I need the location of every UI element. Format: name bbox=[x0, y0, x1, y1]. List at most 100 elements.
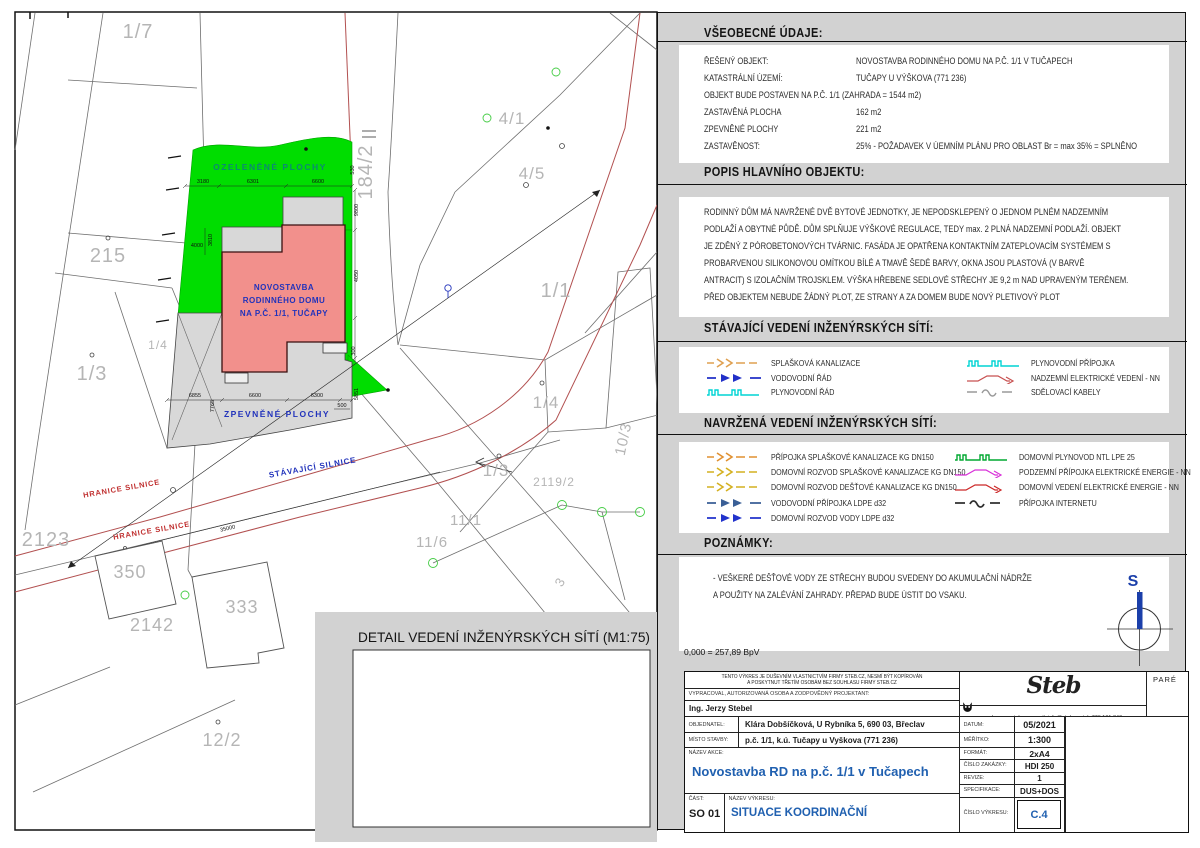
legend-label: DOMOVNÍ ROZVOD SPLAŠKOVÉ KANALIZACE KG D… bbox=[771, 467, 965, 477]
site-plan-sheet: 1/7 215 1/3 1/4 184/2 4/1 4/5 1/1 1/4 1/… bbox=[0, 0, 1200, 848]
attr-value-cell: 05/2021 bbox=[1015, 717, 1065, 733]
engineer-cell: Ing. Jerzy Stebel bbox=[685, 701, 960, 717]
comm-line-symbol bbox=[954, 497, 1010, 509]
svg-text:3180: 3180 bbox=[197, 179, 209, 185]
water-line-symbol bbox=[706, 512, 762, 524]
part-value: SO 01 bbox=[685, 802, 724, 820]
svg-text:NA P.Č. 1/1, TUČAPY: NA P.Č. 1/1, TUČAPY bbox=[240, 309, 328, 318]
sewer-line-symbol bbox=[706, 357, 762, 369]
parcel-label: 2142 bbox=[130, 615, 174, 635]
section-title-proposed: NAVRŽENÁ VEDENÍ INŽENÝRSKÝCH SÍTÍ: bbox=[704, 416, 937, 430]
north-arrow: S bbox=[1101, 566, 1181, 671]
general-row-value: 25% - POŽADAVEK V ÚEMNÍM PLÁNU PRO OBLAS… bbox=[856, 141, 1137, 152]
client-value-cell: Klára Dobšíčková, U Rybníka 5, 690 03, B… bbox=[739, 717, 960, 733]
parcel-label: 350 bbox=[113, 562, 146, 582]
attr-label-cell: ČÍSLO ZAKÁZKY: bbox=[960, 760, 1015, 773]
attr-label-cell: SPECIFIKACE: bbox=[960, 785, 1015, 798]
legend-label: PODZEMNÍ PŘÍPOJKA ELEKTRICKÉ ENERGIE - N… bbox=[1019, 467, 1191, 477]
legend-label: DOMOVNÍ ROZVOD VODY LDPE d32 bbox=[771, 513, 894, 523]
svg-text:500: 500 bbox=[337, 403, 346, 409]
attr-value-cell: 1 bbox=[1015, 773, 1065, 785]
client-label-cell: OBJEDNATEL: bbox=[685, 717, 739, 733]
parcel-label: 215 bbox=[90, 245, 126, 267]
north-label: S bbox=[1128, 573, 1139, 590]
attr-value: DUS+DOS bbox=[1020, 787, 1059, 796]
attr-label-cell: MĚŘÍTKO: bbox=[960, 733, 1015, 748]
sewer-line-symbol bbox=[706, 451, 762, 463]
svg-text:7765: 7765 bbox=[210, 400, 216, 412]
drawing-no-label: ČÍSLO VÝKRESU: bbox=[960, 798, 1010, 816]
elevation-datum: 0,000 = 257,89 BpV bbox=[684, 647, 759, 657]
drawing-name: SITUACE KOORDINAČNÍ bbox=[725, 802, 959, 819]
legend-label: DOMOVNÍ PLYNOVOD NTL LPE 25 bbox=[1019, 452, 1135, 462]
prepared-by-cell: VYPRACOVAL, AUTORIZOVANÁ OSOBA A ZODPOVĚ… bbox=[685, 689, 960, 701]
attr-label-cell: DATUM: bbox=[960, 717, 1015, 733]
detail-title: DETAIL VEDENÍ INŽENÝRSKÝCH SÍTÍ (M1:75) bbox=[358, 630, 650, 645]
svg-text:6600: 6600 bbox=[312, 179, 324, 185]
drawing-no-label-cell: ČÍSLO VÝKRESU: bbox=[960, 798, 1015, 832]
section-rule bbox=[658, 184, 1187, 185]
part-label: ČÁST: bbox=[685, 794, 721, 802]
legend-label: SPLAŠKOVÁ KANALIZACE bbox=[771, 358, 860, 368]
detail-box bbox=[353, 650, 650, 827]
attr-label: REVIZE: bbox=[960, 773, 1010, 781]
section-title-notes: POZNÁMKY: bbox=[704, 536, 773, 550]
legend-label: PLYNOVODNÍ ŘÁD bbox=[771, 387, 834, 397]
section-title-existing: STÁVAJÍCÍ VEDENÍ INŽENÝRSKÝCH SÍTÍ: bbox=[704, 321, 934, 335]
legend-label: PŘÍPOJKA INTERNETU bbox=[1019, 498, 1097, 508]
site-label-cell: MÍSTO STAVBY: bbox=[685, 733, 739, 748]
svg-text:6600: 6600 bbox=[249, 393, 261, 399]
drawing-name-cell: NÁZEV VÝKRESU: SITUACE KOORDINAČNÍ bbox=[725, 794, 960, 832]
attr-value-cell: 1:300 bbox=[1015, 733, 1065, 748]
general-row-label: ZPEVNĚNÉ PLOCHY bbox=[704, 124, 778, 135]
general-row-value: NOVOSTAVBA RODINNÉHO DOMU NA P.Č. 1/1 V … bbox=[856, 56, 1073, 67]
site-label: MÍSTO STAVBY: bbox=[685, 733, 734, 743]
part-cell: ČÁST: SO 01 bbox=[685, 794, 725, 832]
comm-line-symbol bbox=[966, 386, 1022, 398]
legend-label: SDĚLOVACÍ KABELY bbox=[1031, 387, 1101, 397]
legend-label: VODOVODNÍ PŘÍPOJKA LDPE d32 bbox=[771, 498, 886, 508]
section-title-description: POPIS HLAVNÍHO OBJEKTU: bbox=[704, 165, 865, 179]
action-cell: NÁZEV AKCE: Novostavba RD na p.č. 1/1 v … bbox=[685, 748, 960, 794]
attr-value: HDI 250 bbox=[1025, 762, 1054, 771]
parcel-label: 1/4 bbox=[148, 338, 168, 352]
general-row-value: 221 m2 bbox=[856, 124, 881, 135]
gas-line-symbol bbox=[706, 386, 762, 398]
paved-area-label: ZPEVNĚNÉ PLOCHY bbox=[224, 408, 330, 419]
legend-label: NADZEMNÍ ELEKTRICKÉ VEDENÍ - NN bbox=[1031, 373, 1160, 383]
svg-text:530: 530 bbox=[350, 165, 356, 174]
electric-line-symbol bbox=[954, 481, 1010, 493]
parcel-label: 4/1 bbox=[499, 109, 526, 128]
action-label: NÁZEV AKCE: bbox=[685, 748, 937, 756]
legend-label: PLYNOVODNÍ PŘÍPOJKA bbox=[1031, 358, 1115, 368]
sewer-line-symbol bbox=[706, 481, 762, 493]
legend-label: DOMOVNÍ ROZVOD DEŠŤOVÉ KANALIZACE KG DN1… bbox=[771, 482, 957, 492]
parcel-label: 1/4 bbox=[533, 393, 560, 412]
section-title-general: VŠEOBECNÉ ÚDAJE: bbox=[704, 26, 823, 40]
svg-text:5851: 5851 bbox=[354, 388, 360, 400]
general-row-label: KATASTRÁLNÍ ÚZEMÍ: bbox=[704, 73, 783, 84]
empty-cell bbox=[1065, 717, 1188, 832]
water-line-symbol bbox=[706, 372, 762, 384]
description-line: PROBARVENOU SILIKONOVOU OMÍTKOU BÍLÉ A T… bbox=[704, 258, 1084, 269]
description-line: ANTRACIT) S IZOLAČNÍM TROJSKLEM. VÝŠKA H… bbox=[704, 275, 1128, 286]
note-line: - VEŠKERÉ DEŠŤOVÉ VODY ZE STŘECHY BUDOU … bbox=[713, 573, 1032, 584]
drawing-name-label: NÁZEV VÝKRESU: bbox=[725, 794, 940, 802]
svg-text:NOVOSTAVBA: NOVOSTAVBA bbox=[254, 283, 314, 292]
engineer-name: Ing. Jerzy Stebel bbox=[685, 701, 959, 713]
description-line: JE ZDĚNÝ Z PÓROBETONOVÝCH TVÁRNIC. FASÁD… bbox=[704, 241, 1111, 252]
legend-label: DOMOVNÍ VEDENÍ ELEKTRICKÉ ENERGIE - NN bbox=[1019, 482, 1179, 492]
section-rule bbox=[658, 41, 1187, 42]
general-row-label: ZASTAVĚNÁ PLOCHA bbox=[704, 107, 781, 118]
svg-text:300: 300 bbox=[351, 346, 357, 355]
svg-text:6300: 6300 bbox=[311, 393, 323, 399]
parcel-label: 333 bbox=[225, 597, 258, 617]
parcel-label: 184/2 bbox=[355, 144, 377, 199]
svg-text:6301: 6301 bbox=[247, 179, 259, 185]
general-row-value: TUČAPY U VÝŠKOVA (771 236) bbox=[856, 73, 966, 84]
attr-value: 1 bbox=[1037, 774, 1041, 783]
client-value: Klára Dobšíčková, U Rybníka 5, 690 03, B… bbox=[739, 717, 959, 729]
general-row-label: ŘEŠENÝ OBJEKT: bbox=[704, 56, 768, 67]
parcel-label: 4/5 bbox=[519, 164, 546, 183]
parcel-label: 2119/2 bbox=[533, 475, 575, 489]
